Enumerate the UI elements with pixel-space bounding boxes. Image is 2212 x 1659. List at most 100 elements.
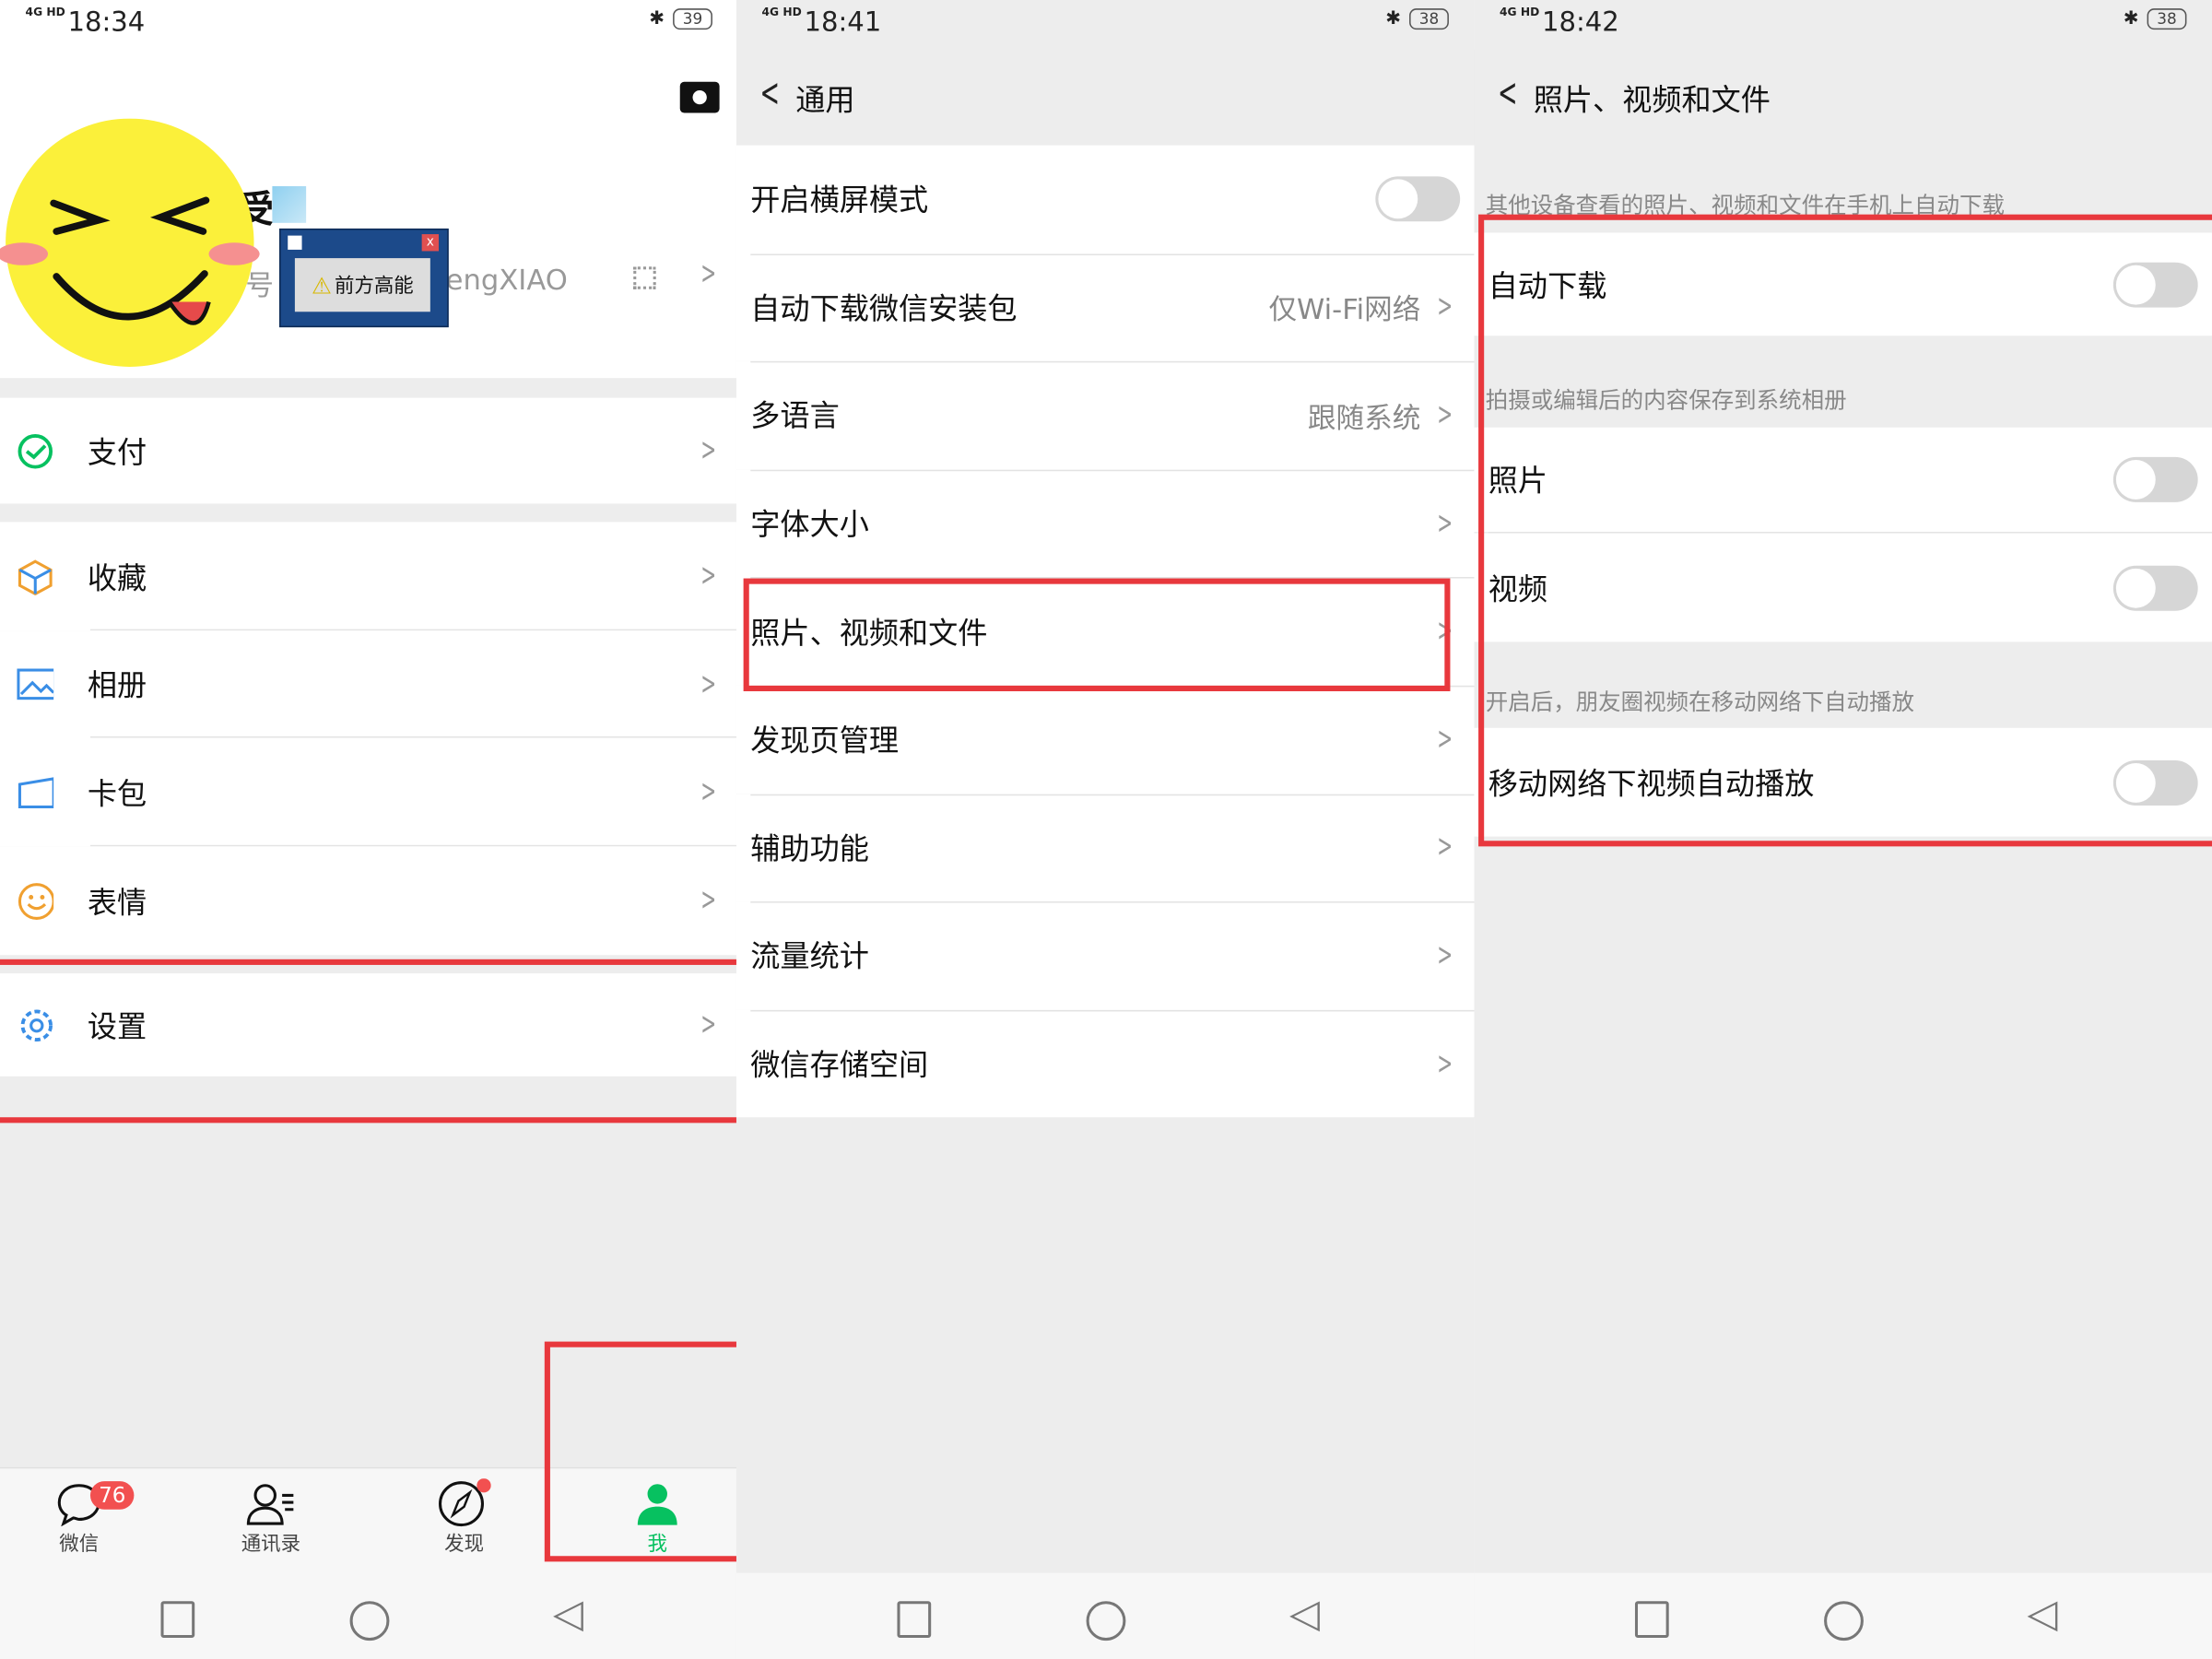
settings-row-font-size[interactable]: 字体大小> xyxy=(736,469,1475,577)
bluetooth-icon: ✱ xyxy=(2124,8,2139,29)
chevron-right-icon: > xyxy=(700,559,716,594)
chevron-right-icon[interactable]: > xyxy=(700,257,716,292)
tab-contacts[interactable]: 通讯录 xyxy=(215,1478,327,1558)
page-title: 通用 xyxy=(795,77,854,120)
system-nav-bar: ◁ xyxy=(736,1573,1475,1659)
camera-icon[interactable] xyxy=(680,82,720,113)
recent-apps-button[interactable] xyxy=(160,1601,194,1638)
back-button[interactable]: ◁ xyxy=(553,1590,583,1637)
chevron-right-icon: > xyxy=(1437,830,1453,865)
back-arrow-icon[interactable]: < xyxy=(1498,69,1518,116)
menu-label: 相册 xyxy=(88,663,147,705)
row-divider xyxy=(750,1010,1474,1012)
row-label: 自动下载微信安装包 xyxy=(750,287,1017,329)
row-label: 微信存储空间 xyxy=(750,1042,928,1085)
tab-label: 发现 xyxy=(407,1529,520,1558)
photos-videos-files-screen: 4G HD 18:42 ✱38 < 照片、视频和文件 其他设备查看的照片、视频和… xyxy=(1474,0,2212,1659)
wechat-pay-icon xyxy=(17,432,53,469)
general-settings-screen: 4G HD 18:41 ✱38 < 通用 开启横屏模式自动下载微信安装包仅Wi-… xyxy=(736,0,1475,1659)
tab-label: 通讯录 xyxy=(215,1529,327,1558)
row-label: 发现页管理 xyxy=(750,719,899,761)
menu-item-stickers[interactable]: 表情 > xyxy=(0,846,738,955)
chevron-right-icon: > xyxy=(700,883,716,918)
settings-row-language[interactable]: 多语言 跟随系统 > xyxy=(736,361,1475,469)
qr-code-icon[interactable] xyxy=(633,266,655,288)
row-value: 跟随系统 xyxy=(1308,395,1420,436)
home-button[interactable] xyxy=(1824,1601,1864,1641)
tab-discover[interactable]: 发现 xyxy=(407,1478,520,1558)
row-label: 多语言 xyxy=(750,394,839,437)
row-label: 流量统计 xyxy=(750,935,869,977)
chevron-right-icon: > xyxy=(700,1007,716,1042)
status-bar: 4G HD 18:42 ✱ 38 xyxy=(1474,0,2212,50)
chevron-right-icon: > xyxy=(700,774,716,809)
menu-item-pay[interactable]: 支付 > xyxy=(0,398,738,504)
recent-apps-button[interactable] xyxy=(897,1601,931,1638)
rainbow-emoji-icon xyxy=(272,186,306,223)
back-button[interactable]: ◁ xyxy=(2027,1590,2057,1637)
chevron-right-icon: > xyxy=(1437,506,1453,541)
wechat-id-right: engXIAO xyxy=(446,263,568,297)
highlight-photos-videos-files xyxy=(744,579,1451,691)
row-divider xyxy=(750,253,1474,255)
highlight-settings-top xyxy=(0,959,738,965)
nav-header: < 通用 xyxy=(736,50,1475,146)
row-label: 辅助功能 xyxy=(750,827,869,869)
settings-row-auto-download-installer[interactable]: 自动下载微信安装包仅Wi-Fi网络> xyxy=(736,253,1475,361)
menu-item-cards[interactable]: 卡包 > xyxy=(0,738,738,847)
chevron-right-icon: > xyxy=(1437,938,1453,973)
back-arrow-icon[interactable]: < xyxy=(760,69,781,116)
status-bar: 4G HD 18:34 ✱39 xyxy=(0,0,738,50)
chevron-right-icon: > xyxy=(1437,398,1453,433)
menu-item-favorites[interactable]: 收藏 > xyxy=(0,522,738,630)
row-divider xyxy=(750,361,1474,363)
menu-label: 支付 xyxy=(88,429,147,472)
warning-icon: ⚠ xyxy=(312,272,332,299)
status-bar: 4G HD 18:41 ✱38 xyxy=(736,0,1475,50)
tab-label: 微信 xyxy=(22,1529,135,1558)
menu-item-album[interactable]: 相册 > xyxy=(0,630,738,737)
row-divider xyxy=(750,469,1474,471)
signal-icon: 4G HD xyxy=(1500,6,1539,18)
chevron-right-icon: > xyxy=(1437,722,1453,757)
menu-label: 收藏 xyxy=(88,555,147,597)
avatar[interactable] xyxy=(0,119,268,373)
sticker-smile-icon xyxy=(17,882,53,919)
me-screen: 4G HD 18:34 ✱39 受 号 engXIAO > x ⚠ 前方高能 支… xyxy=(0,0,738,1659)
row-divider xyxy=(750,901,1474,903)
chevron-right-icon: > xyxy=(1437,1046,1453,1081)
back-button[interactable]: ◁ xyxy=(1289,1590,1320,1637)
highlight-me-tab xyxy=(545,1342,738,1562)
recent-apps-button[interactable] xyxy=(1635,1601,1669,1638)
home-button[interactable] xyxy=(1087,1601,1126,1641)
card-wallet-icon xyxy=(17,774,53,811)
menu-label: 卡包 xyxy=(88,771,147,813)
album-icon xyxy=(17,665,53,702)
highlight-settings-group xyxy=(1478,215,2212,847)
settings-row-accessibility[interactable]: 辅助功能 > xyxy=(736,794,1475,901)
home-button[interactable] xyxy=(350,1601,390,1641)
tab-chats[interactable]: 76 微信 xyxy=(22,1478,135,1558)
battery-icon: 38 xyxy=(2147,8,2187,29)
row-label: 开启横屏模式 xyxy=(750,178,928,220)
battery-icon: 39 xyxy=(673,8,712,29)
settings-row-landscape-mode[interactable]: 开启横屏模式 xyxy=(736,146,1475,253)
chevron-right-icon: > xyxy=(700,433,716,468)
settings-row-data-usage[interactable]: 流量统计 > xyxy=(736,901,1475,1009)
bluetooth-icon: ✱ xyxy=(649,8,665,29)
menu-label: 设置 xyxy=(88,1004,147,1046)
status-time: 18:34 xyxy=(67,7,145,39)
chevron-right-icon: > xyxy=(700,666,716,701)
gear-icon xyxy=(17,1006,53,1043)
settings-row-discover-management[interactable]: 发现页管理 > xyxy=(736,686,1475,794)
unread-badge: 76 xyxy=(90,1481,135,1510)
system-nav-bar: ◁ xyxy=(0,1573,738,1659)
landscape-mode-toggle[interactable] xyxy=(1375,177,1460,222)
row-divider xyxy=(750,794,1474,795)
menu-item-settings[interactable]: 设置 > xyxy=(0,973,738,1077)
system-nav-bar: ◁ xyxy=(1474,1573,2212,1659)
contacts-icon xyxy=(242,1481,299,1526)
status-time: 18:42 xyxy=(1542,7,1619,39)
menu-label: 表情 xyxy=(88,879,147,922)
settings-row-storage[interactable]: 微信存储空间 > xyxy=(736,1010,1475,1118)
